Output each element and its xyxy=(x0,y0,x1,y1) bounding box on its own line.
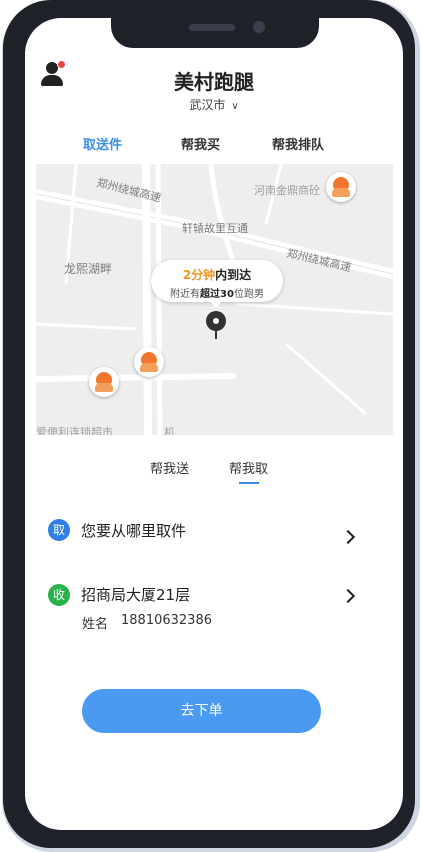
pickup-address-field[interactable]: 您要从哪里取件 xyxy=(81,520,186,541)
eta-line-2: 附近有超过30位跑男 xyxy=(151,285,283,300)
receive-address-field[interactable]: 招商局大厦21层 xyxy=(81,584,190,605)
contact-name-label: 姓名 xyxy=(82,617,109,632)
tab-queue-for-me[interactable]: 帮我排队 xyxy=(272,134,324,153)
tab-send-for-me[interactable]: 帮我送 xyxy=(150,458,189,477)
eta-unit: 位跑男 xyxy=(233,289,264,300)
eta-suffix: 内到达 xyxy=(215,268,252,282)
map-label: 河南金鼎商砼 xyxy=(254,184,320,197)
service-tabs: 取送件 帮我买 帮我排队 xyxy=(25,134,403,156)
tab-buy-for-me[interactable]: 帮我买 xyxy=(181,134,220,153)
tab-pick-for-me[interactable]: 帮我取 xyxy=(229,458,268,477)
bubble-tail xyxy=(209,300,223,308)
city-name: 武汉市 xyxy=(189,98,226,112)
chevron-right-icon[interactable] xyxy=(340,529,356,545)
camera xyxy=(253,21,265,33)
app-screen: 美村跑腿 武汉市 ∨ 取送件 帮我买 帮我排队 郑州绕城高速 轩辕故里互通 郑州… xyxy=(25,18,403,830)
eta-bubble: 2分钟内到达 附近有超过30位跑男 xyxy=(151,260,283,308)
speaker xyxy=(189,24,235,31)
eta-prefix: 附近有 xyxy=(170,289,201,300)
courier-icon xyxy=(89,367,119,401)
pickup-badge-icon: 取 xyxy=(48,519,70,541)
map-label: 龙熙湖畔 xyxy=(64,262,113,276)
app-title: 美村跑腿 xyxy=(174,70,254,94)
tab-pickup-delivery[interactable]: 取送件 xyxy=(83,134,122,153)
eta-time: 2分钟 xyxy=(182,268,216,282)
map-label: 爱便利连锁超市 xyxy=(36,426,113,435)
map-label: 轩辕故里互通 xyxy=(182,222,248,235)
city-selector[interactable]: 武汉市 ∨ xyxy=(25,96,403,113)
chevron-down-icon: ∨ xyxy=(231,101,239,112)
location-pin-icon xyxy=(206,311,226,339)
phone-frame: 美村跑腿 武汉市 ∨ 取送件 帮我买 帮我排队 郑州绕城高速 轩辕故里互通 郑州… xyxy=(3,0,415,848)
notch xyxy=(111,16,319,48)
active-tab-indicator xyxy=(239,482,259,484)
place-order-button[interactable]: 去下单 xyxy=(82,689,321,733)
eta-line-1: 2分钟内到达 xyxy=(151,266,283,283)
map-label: 机 xyxy=(164,426,175,435)
contact-phone: 18810632386 xyxy=(121,613,212,628)
courier-icon xyxy=(134,347,164,381)
chevron-right-icon[interactable] xyxy=(340,588,356,604)
eta-count: 超过30 xyxy=(200,289,234,300)
map-view[interactable]: 郑州绕城高速 轩辕故里互通 郑州绕城高速 龙熙湖畔 河南金鼎商砼 爱便利连锁超市… xyxy=(36,164,393,435)
receive-badge-icon: 收 xyxy=(48,584,70,606)
courier-icon xyxy=(326,172,356,206)
